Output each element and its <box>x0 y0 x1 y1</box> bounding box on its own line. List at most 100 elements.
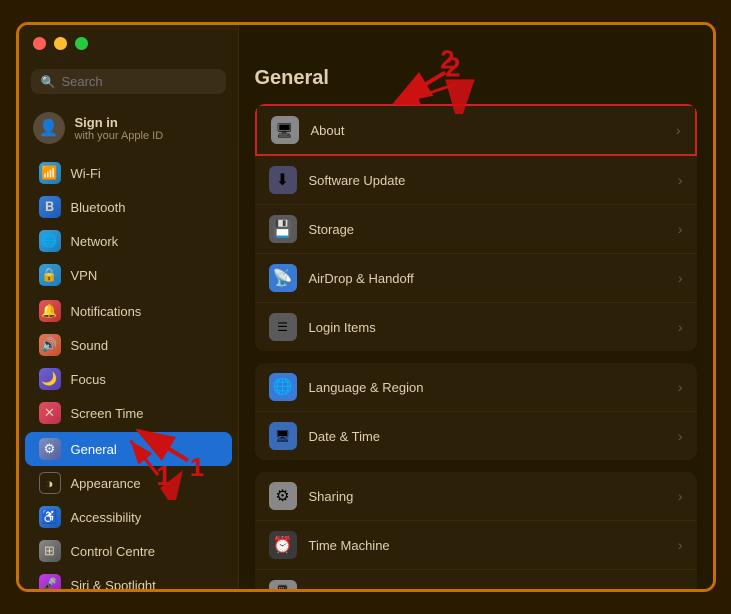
sidebar-label-accessibility: Accessibility <box>71 510 142 525</box>
settings-row-language[interactable]: 🌐 Language & Region › <box>255 363 697 412</box>
about-chevron: › <box>676 122 681 138</box>
accessibility-icon: ♿ <box>39 506 61 528</box>
sidebar-label-focus: Focus <box>71 372 106 387</box>
login-items-label: Login Items <box>309 320 666 335</box>
sidebar: 🔍 👤 Sign in with your Apple ID 📶 Wi-Fi 𝐁… <box>19 25 239 589</box>
sign-in-title: Sign in <box>75 115 164 130</box>
siri-icon: 🎤 <box>39 574 61 589</box>
sidebar-label-vpn: VPN <box>71 268 98 283</box>
storage-icon: 💾 <box>269 215 297 243</box>
sidebar-item-screentime[interactable]: ✕ Screen Time <box>25 396 232 430</box>
network-icon: 🌐 <box>39 230 61 252</box>
titlebar <box>33 37 88 50</box>
transfer-label: Transfer or Reset <box>309 587 666 590</box>
timemachine-icon: ⏰ <box>269 531 297 559</box>
language-label: Language & Region <box>309 380 666 395</box>
sign-in-row[interactable]: 👤 Sign in with your Apple ID <box>19 104 238 152</box>
search-bar[interactable]: 🔍 <box>31 69 226 94</box>
settings-row-datetime[interactable]: 🖥 Date & Time › <box>255 412 697 460</box>
settings-group-2: 🌐 Language & Region › 🖥 Date & Time › <box>255 363 697 460</box>
focus-icon: 🌙 <box>39 368 61 390</box>
about-label: About <box>311 123 664 138</box>
sidebar-item-vpn[interactable]: 🔒 VPN <box>25 258 232 292</box>
software-update-icon: ⬇ <box>269 166 297 194</box>
sign-in-subtitle: with your Apple ID <box>75 130 164 142</box>
airdrop-chevron: › <box>678 270 683 286</box>
sidebar-section-network: 📶 Wi-Fi 𝐁 Bluetooth 🌐 Network 🔒 VPN <box>19 156 238 292</box>
sidebar-section-personalization: ⚙ General ◑ Appearance ♿ Accessibility ⊞… <box>19 432 238 589</box>
main-content: General 🖥 About › ⬇ Software Update › 💾 … <box>239 25 713 589</box>
search-icon: 🔍 <box>41 75 56 89</box>
sign-in-text: Sign in with your Apple ID <box>75 115 164 142</box>
settings-row-sharing[interactable]: ⚙ Sharing › <box>255 472 697 521</box>
sidebar-section-system: 🔔 Notifications 🔊 Sound 🌙 Focus ✕ Screen… <box>19 294 238 430</box>
maximize-button[interactable] <box>75 37 88 50</box>
sidebar-item-focus[interactable]: 🌙 Focus <box>25 362 232 396</box>
settings-row-transfer[interactable]: 📱 Transfer or Reset › <box>255 570 697 589</box>
sidebar-item-network[interactable]: 🌐 Network <box>25 224 232 258</box>
sidebar-label-general: General <box>71 442 117 457</box>
main-window: 🔍 👤 Sign in with your Apple ID 📶 Wi-Fi 𝐁… <box>16 22 716 592</box>
sidebar-item-siri[interactable]: 🎤 Siri & Spotlight <box>25 568 232 589</box>
about-icon: 🖥 <box>271 116 299 144</box>
sidebar-label-screentime: Screen Time <box>71 406 144 421</box>
airdrop-icon: 📡 <box>269 264 297 292</box>
sidebar-item-wifi[interactable]: 📶 Wi-Fi <box>25 156 232 190</box>
sharing-chevron: › <box>678 488 683 504</box>
settings-row-login-items[interactable]: ☰ Login Items › <box>255 303 697 351</box>
settings-group-3: ⚙ Sharing › ⏰ Time Machine › 📱 Transfer … <box>255 472 697 589</box>
sidebar-item-general[interactable]: ⚙ General <box>25 432 232 466</box>
sound-icon: 🔊 <box>39 334 61 356</box>
page-title: General <box>255 67 697 90</box>
sharing-icon: ⚙ <box>269 482 297 510</box>
language-chevron: › <box>678 379 683 395</box>
sidebar-label-wifi: Wi-Fi <box>71 166 101 181</box>
datetime-icon: 🖥 <box>269 422 297 450</box>
timemachine-label: Time Machine <box>309 538 666 553</box>
avatar: 👤 <box>33 112 65 144</box>
settings-row-airdrop[interactable]: 📡 AirDrop & Handoff › <box>255 254 697 303</box>
sidebar-label-appearance: Appearance <box>71 476 141 491</box>
bluetooth-icon: 𝐁 <box>39 196 61 218</box>
airdrop-label: AirDrop & Handoff <box>309 271 666 286</box>
screentime-icon: ✕ <box>39 402 61 424</box>
sidebar-label-controlcentre: Control Centre <box>71 544 156 559</box>
close-button[interactable] <box>33 37 46 50</box>
settings-row-software-update[interactable]: ⬇ Software Update › <box>255 156 697 205</box>
sidebar-item-sound[interactable]: 🔊 Sound <box>25 328 232 362</box>
sharing-label: Sharing <box>309 489 666 504</box>
vpn-icon: 🔒 <box>39 264 61 286</box>
software-update-chevron: › <box>678 172 683 188</box>
transfer-chevron: › <box>678 586 683 589</box>
datetime-chevron: › <box>678 428 683 444</box>
storage-chevron: › <box>678 221 683 237</box>
sidebar-item-accessibility[interactable]: ♿ Accessibility <box>25 500 232 534</box>
settings-row-storage[interactable]: 💾 Storage › <box>255 205 697 254</box>
sidebar-item-bluetooth[interactable]: 𝐁 Bluetooth <box>25 190 232 224</box>
storage-label: Storage <box>309 222 666 237</box>
controlcentre-icon: ⊞ <box>39 540 61 562</box>
sidebar-item-appearance[interactable]: ◑ Appearance <box>25 466 232 500</box>
login-items-chevron: › <box>678 319 683 335</box>
sidebar-label-notifications: Notifications <box>71 304 142 319</box>
language-icon: 🌐 <box>269 373 297 401</box>
settings-row-about[interactable]: 🖥 About › <box>255 104 697 156</box>
notifications-icon: 🔔 <box>39 300 61 322</box>
sidebar-label-bluetooth: Bluetooth <box>71 200 126 215</box>
sidebar-item-notifications[interactable]: 🔔 Notifications <box>25 294 232 328</box>
sidebar-label-sound: Sound <box>71 338 109 353</box>
search-input[interactable] <box>61 74 215 89</box>
wifi-icon: 📶 <box>39 162 61 184</box>
minimize-button[interactable] <box>54 37 67 50</box>
datetime-label: Date & Time <box>309 429 666 444</box>
general-icon: ⚙ <box>39 438 61 460</box>
software-update-label: Software Update <box>309 173 666 188</box>
sidebar-label-network: Network <box>71 234 119 249</box>
settings-row-timemachine[interactable]: ⏰ Time Machine › <box>255 521 697 570</box>
appearance-icon: ◑ <box>39 472 61 494</box>
sidebar-item-controlcentre[interactable]: ⊞ Control Centre <box>25 534 232 568</box>
transfer-icon: 📱 <box>269 580 297 589</box>
sidebar-label-siri: Siri & Spotlight <box>71 578 156 590</box>
settings-group-1: 🖥 About › ⬇ Software Update › 💾 Storage … <box>255 104 697 351</box>
timemachine-chevron: › <box>678 537 683 553</box>
